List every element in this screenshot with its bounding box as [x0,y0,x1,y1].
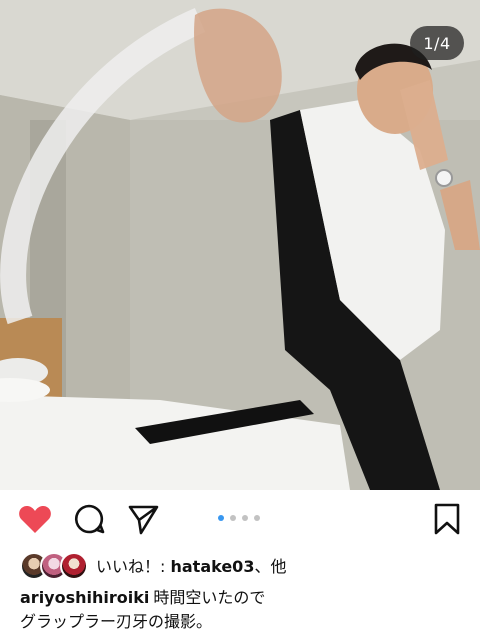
photo-scene [0,0,480,490]
like-button[interactable] [18,502,52,536]
liker-username[interactable]: hatake03 [170,557,254,576]
carousel-dot [254,515,260,521]
save-button[interactable] [430,502,464,536]
avatar [60,552,88,580]
carousel-indicator [218,515,260,521]
likes-suffix: 、他 [254,557,287,576]
likes-prefix: いいね！: [96,557,171,576]
comment-button[interactable] [72,502,106,536]
carousel-dot [230,515,236,521]
post-caption: ariyoshihiroiki 時間空いたので グラップラー刃牙の撮影。 [20,586,460,634]
liker-avatars [20,552,88,580]
share-button[interactable] [126,502,160,536]
carousel-dot-active [218,515,224,521]
likes-summary[interactable]: いいね！: hatake03、他 [20,550,286,580]
caption-line-2: グラップラー刃牙の撮影。 [20,612,213,631]
post-photo[interactable]: 1/4 [0,0,480,490]
carousel-dot [242,515,248,521]
likes-text: いいね！: hatake03、他 [96,553,286,577]
bookmark-icon [434,503,460,535]
heart-icon [19,505,51,533]
comment-bubble-icon [74,504,105,534]
caption-username[interactable]: ariyoshihiroiki [20,588,149,607]
post-action-bar [0,490,480,548]
paper-plane-icon [128,505,159,535]
image-counter-badge: 1/4 [410,26,464,60]
caption-line-1: 時間空いたので [153,588,266,607]
